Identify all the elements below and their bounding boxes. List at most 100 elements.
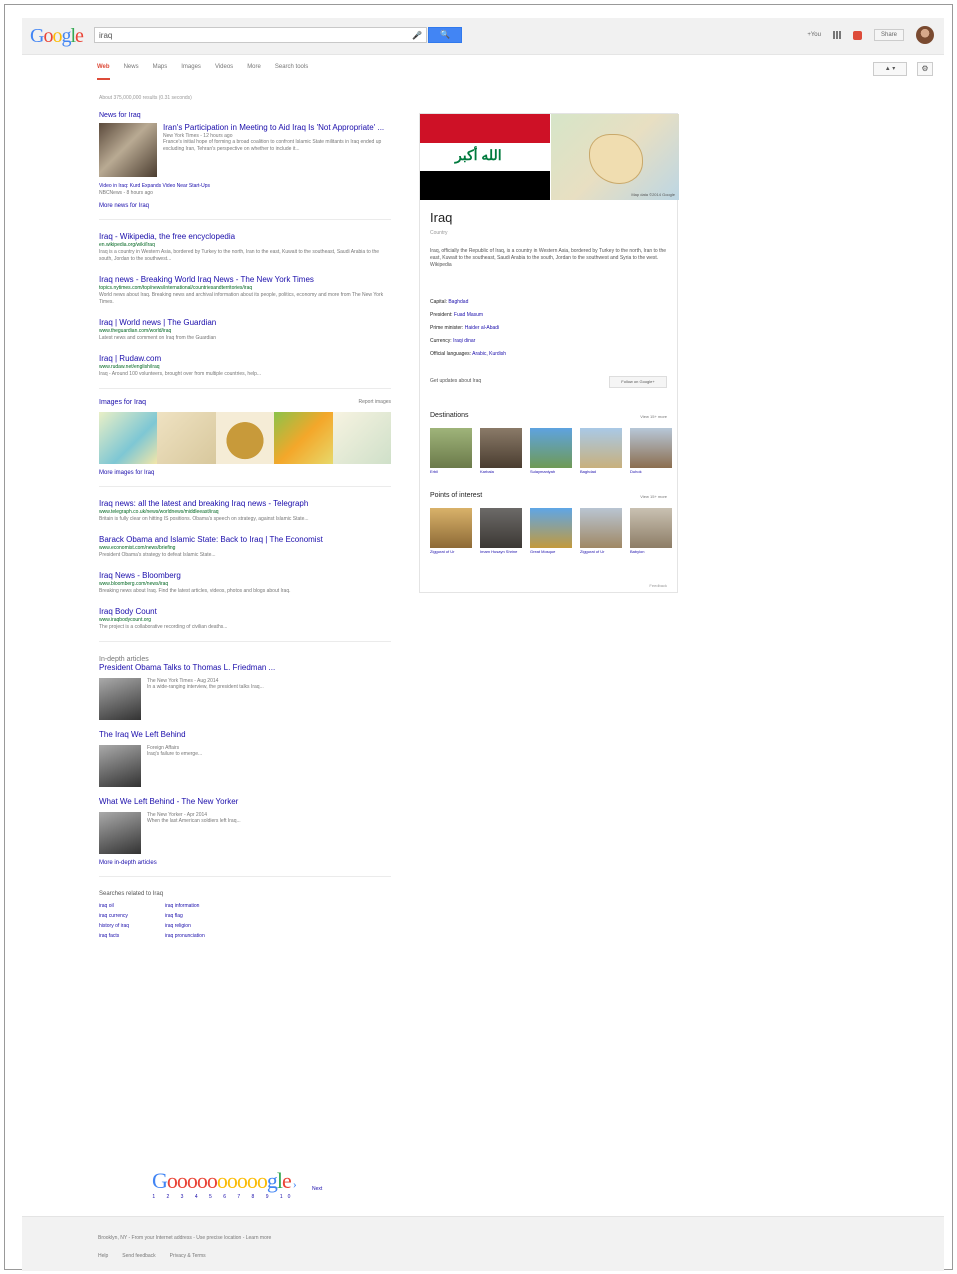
more-images-link[interactable]: More images for Iraq bbox=[99, 470, 391, 476]
follow-button[interactable]: Follow on Google+ bbox=[609, 376, 667, 388]
apps-grid-icon[interactable] bbox=[832, 31, 841, 39]
news-image[interactable] bbox=[99, 123, 157, 177]
article-image[interactable] bbox=[99, 812, 141, 854]
footer-feedback-link[interactable]: Send feedback bbox=[122, 1253, 155, 1259]
result-url: www.bloomberg.com/news/iraq bbox=[99, 581, 169, 587]
microphone-icon[interactable]: 🎤 bbox=[412, 28, 422, 44]
report-images-link[interactable]: Report images bbox=[358, 399, 391, 406]
tab-maps[interactable]: Maps bbox=[153, 64, 168, 80]
news-sub-title[interactable]: Video in Iraq: Kurd Expands Video Near S… bbox=[99, 183, 210, 189]
image-thumb[interactable] bbox=[157, 412, 216, 464]
related-link[interactable]: iraq information bbox=[165, 903, 265, 909]
destination-item[interactable]: Erbil bbox=[430, 428, 472, 475]
kp-subtitle: Country bbox=[430, 230, 448, 236]
result-title[interactable]: Barack Obama and Islamic State: Back to … bbox=[99, 535, 391, 544]
related-grid: iraq oil iraq information iraq currency … bbox=[99, 903, 391, 939]
notifications-icon[interactable] bbox=[852, 30, 862, 40]
flag-takbir: الله أكبر bbox=[455, 147, 502, 163]
result-title[interactable]: Iraq - Wikipedia, the free encyclopedia bbox=[99, 232, 391, 241]
destination-item[interactable]: Duhok bbox=[630, 428, 672, 475]
tab-more[interactable]: More bbox=[247, 64, 261, 80]
search-button[interactable]: 🔍 bbox=[428, 27, 462, 43]
iraq-map[interactable]: Map data ©2014 Google bbox=[551, 114, 679, 200]
page-numbers[interactable]: 1 2 3 4 5 6 7 8 9 10 bbox=[152, 1194, 296, 1200]
destinations-view-more[interactable]: View 15+ more bbox=[640, 414, 667, 419]
search-input[interactable]: iraq 🎤 bbox=[94, 27, 427, 43]
kp-fact: Currency: Iraqi dinar bbox=[430, 338, 476, 344]
news-title[interactable]: News for Iraq bbox=[99, 112, 391, 119]
image-thumb[interactable] bbox=[99, 412, 158, 464]
article-title[interactable]: The Iraq We Left Behind bbox=[99, 730, 391, 739]
article-title[interactable]: What We Left Behind - The New Yorker bbox=[99, 797, 391, 806]
poi-item[interactable]: Babylon bbox=[630, 508, 672, 555]
footer-help-link[interactable]: Help bbox=[98, 1253, 108, 1259]
divider bbox=[99, 219, 391, 220]
poi-view-more[interactable]: View 15+ more bbox=[640, 494, 667, 499]
result-item: Iraq - Wikipedia, the free encyclopedia … bbox=[99, 232, 391, 263]
article-image[interactable] bbox=[99, 745, 141, 787]
safesearch-button[interactable]: ▲ ▾ bbox=[873, 62, 907, 76]
result-snippet: Britain is fully clear on hitting IS pos… bbox=[99, 516, 309, 522]
result-title[interactable]: Iraq news: all the latest and breaking I… bbox=[99, 499, 391, 508]
result-snippet: President Obama's strategy to defeat Isl… bbox=[99, 552, 216, 558]
tab-images[interactable]: Images bbox=[181, 64, 201, 80]
tools-right: ▲ ▾ ⚙ bbox=[873, 62, 933, 76]
footer-location: Brooklyn, NY - From your Internet addres… bbox=[98, 1235, 272, 1241]
related-link[interactable]: history of iraq bbox=[99, 923, 165, 929]
related-link[interactable]: iraq pronunciation bbox=[165, 933, 265, 939]
result-title[interactable]: Iraq news - Breaking World Iraq News - T… bbox=[99, 275, 391, 284]
images-title[interactable]: Images for Iraq bbox=[99, 399, 146, 406]
image-thumb[interactable] bbox=[274, 412, 333, 464]
kp-facts: Capital: Baghdad President: Fuad Masum P… bbox=[430, 296, 506, 361]
google-logo[interactable]: Google bbox=[30, 25, 84, 48]
search-tabs: Web News Maps Images Videos More Search … bbox=[97, 64, 308, 80]
destinations-row: Erbil Karbala Sulaymaniyah Baghdad Duhok bbox=[430, 428, 672, 475]
kp-fact: Prime minister: Haider al-Abadi bbox=[430, 325, 500, 331]
share-button[interactable]: Share bbox=[873, 29, 904, 41]
avatar[interactable] bbox=[916, 26, 934, 44]
poi-title[interactable]: Points of interest bbox=[430, 492, 482, 499]
result-title[interactable]: Iraq News - Bloomberg bbox=[99, 571, 391, 580]
tab-videos[interactable]: Videos bbox=[215, 64, 233, 80]
more-news-link[interactable]: More news for Iraq bbox=[99, 203, 391, 209]
tab-news[interactable]: News bbox=[124, 64, 139, 80]
result-item: Iraq | World news | The Guardian www.the… bbox=[99, 318, 391, 342]
destinations-title[interactable]: Destinations bbox=[430, 412, 469, 419]
results-column: News for Iraq Iran's Participation in Me… bbox=[99, 112, 392, 939]
footer-privacy-link[interactable]: Privacy & Terms bbox=[170, 1253, 206, 1259]
gear-icon[interactable]: ⚙ bbox=[917, 62, 933, 76]
tab-search-tools[interactable]: Search tools bbox=[275, 64, 308, 80]
related-link[interactable]: iraq religion bbox=[165, 923, 265, 929]
destination-item[interactable]: Sulaymaniyah bbox=[530, 428, 572, 475]
result-title[interactable]: Iraq | Rudaw.com bbox=[99, 354, 391, 363]
poi-item[interactable]: Ziggurat of Ur bbox=[430, 508, 472, 555]
related-link[interactable]: iraq currency bbox=[99, 913, 165, 919]
destination-item[interactable]: Karbala bbox=[480, 428, 522, 475]
news-main-title[interactable]: Iran's Participation in Meeting to Aid I… bbox=[163, 123, 391, 133]
related-link[interactable]: iraq flag bbox=[165, 913, 265, 919]
article-title[interactable]: President Obama Talks to Thomas L. Fried… bbox=[99, 663, 391, 672]
poi-item[interactable]: Ziggurat of Ur bbox=[580, 508, 622, 555]
more-in-depth-link[interactable]: More in-depth articles bbox=[99, 860, 391, 866]
image-thumb[interactable] bbox=[215, 412, 275, 464]
kp-feedback-link[interactable]: Feedback bbox=[649, 583, 667, 588]
result-title[interactable]: Iraq | World news | The Guardian bbox=[99, 318, 391, 327]
related-link[interactable]: iraq facts bbox=[99, 933, 165, 939]
tab-web[interactable]: Web bbox=[97, 64, 110, 80]
result-title[interactable]: Iraq Body Count bbox=[99, 607, 391, 616]
related-title: Searches related to Iraq bbox=[99, 891, 164, 897]
related-block: Searches related to Iraq iraq oil iraq i… bbox=[99, 891, 391, 939]
result-url: www.iraqbodycount.org bbox=[99, 617, 151, 623]
related-link[interactable]: iraq oil bbox=[99, 903, 165, 909]
article-image[interactable] bbox=[99, 678, 141, 720]
iraq-flag-image[interactable]: الله أكبر bbox=[420, 114, 550, 200]
poi-item[interactable]: Great Mosque bbox=[530, 508, 572, 555]
next-page-link[interactable]: Next bbox=[312, 1186, 322, 1192]
user-name-link[interactable]: +You bbox=[807, 32, 821, 38]
divider bbox=[99, 876, 391, 877]
destination-item[interactable]: Baghdad bbox=[580, 428, 622, 475]
image-strip bbox=[99, 412, 392, 464]
poi-item[interactable]: Imam Husayn Shrine bbox=[480, 508, 522, 555]
image-thumb[interactable] bbox=[332, 412, 392, 464]
divider bbox=[99, 388, 391, 389]
